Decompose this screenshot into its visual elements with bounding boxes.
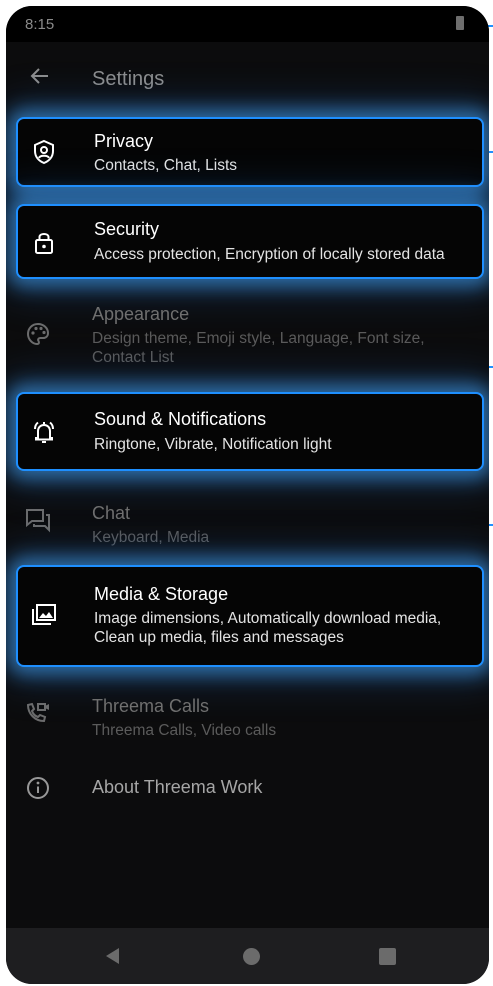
back-arrow-icon[interactable] [28,64,52,88]
settings-item-title: Sound & Notifications [94,409,267,429]
app-bar: Settings [6,42,489,110]
settings-item-sound-notifications[interactable]: Sound & Notifications Ringtone, Vibrate,… [16,392,484,471]
call-video-icon [26,702,49,723]
settings-item-chat[interactable]: Chat Keyboard, Media [6,490,489,554]
nav-recents-icon[interactable] [379,948,396,965]
bell-ringing-icon [34,421,54,443]
settings-item-title: Threema Calls [92,696,210,716]
navigation-bar [6,928,489,984]
settings-item-threema-calls[interactable]: Threema Calls Threema Calls, Video calls [6,684,489,748]
battery-icon [456,16,464,30]
page-title: Settings [92,68,165,90]
settings-item-subtitle: Ringtone, Vibrate, Notification light [94,436,332,453]
info-icon [27,777,49,799]
settings-item-subtitle: Image dimensions, Automatically download… [94,610,442,646]
media-gallery-icon [32,604,56,625]
phone-screen: 8:15 Settings Privacy Contacts, Chat, Li… [6,6,489,984]
settings-item-appearance[interactable]: Appearance Design theme, Emoji style, La… [6,296,489,376]
settings-item-title: Media & Storage [94,584,229,604]
settings-item-subtitle: Design theme, Emoji style, Language, Fon… [92,330,425,366]
status-time: 8:15 [25,16,55,33]
settings-item-subtitle: Access protection, Encryption of locally… [94,246,445,263]
settings-item-title: About Threema Work [92,777,263,797]
settings-item-about[interactable]: About Threema Work [6,761,489,815]
settings-item-subtitle: Keyboard, Media [92,529,210,546]
shield-icon [34,139,54,165]
status-bar: 8:15 [6,6,489,42]
nav-back-icon[interactable] [103,946,123,966]
settings-item-title: Security [94,219,160,239]
settings-item-privacy[interactable]: Privacy Contacts, Chat, Lists [16,117,484,187]
settings-item-title: Appearance [92,304,190,324]
settings-item-title: Chat [92,503,131,523]
settings-item-subtitle: Threema Calls, Video calls [92,722,277,739]
palette-icon [26,322,50,346]
settings-item-subtitle: Contacts, Chat, Lists [94,157,238,174]
chat-icon [26,509,50,533]
settings-item-media-storage[interactable]: Media & Storage Image dimensions, Automa… [16,565,484,667]
lock-icon [35,233,53,254]
nav-home-icon[interactable] [243,948,260,965]
settings-item-security[interactable]: Security Access protection, Encryption o… [16,204,484,279]
settings-item-title: Privacy [94,131,154,151]
